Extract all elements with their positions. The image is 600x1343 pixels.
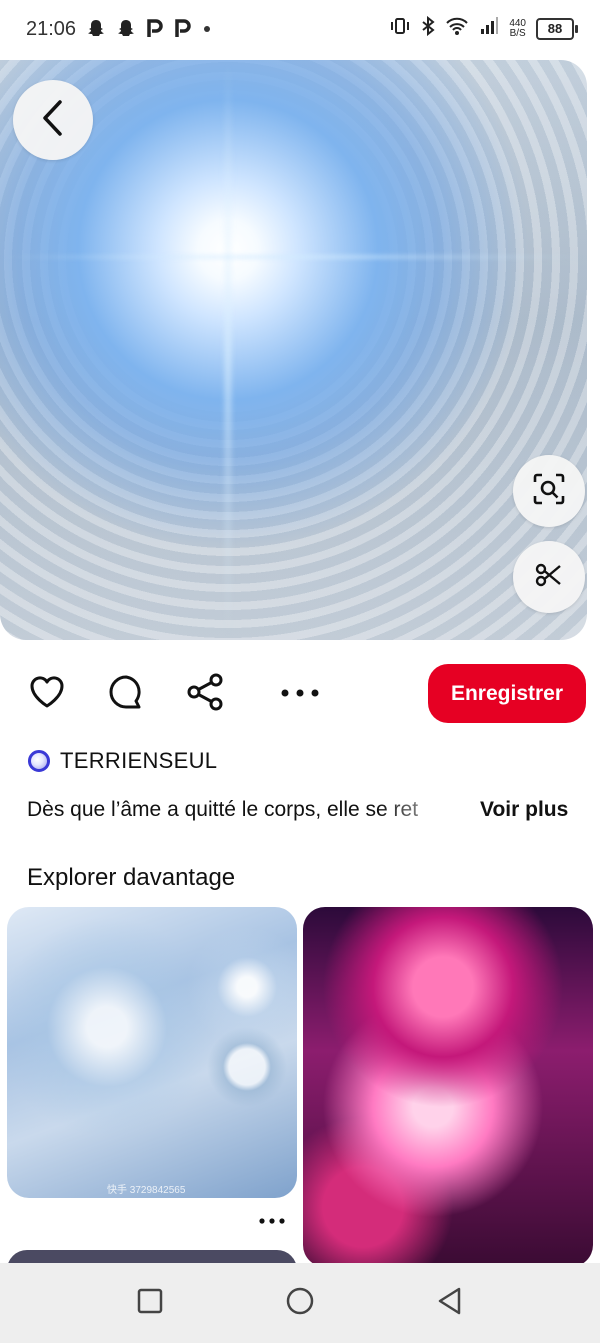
dot-icon (202, 18, 212, 44)
pin-author[interactable]: TERRIENSEUL (28, 748, 217, 774)
more-dots-icon (258, 1208, 286, 1230)
snapchat-icon (116, 18, 136, 44)
pin-image[interactable] (0, 60, 587, 640)
author-name[interactable]: TERRIENSEUL (60, 748, 217, 774)
like-button[interactable] (27, 674, 67, 714)
light-beam-vertical (225, 60, 231, 640)
save-button[interactable]: Enregistrer (428, 664, 586, 723)
tile-watermark: 快手 3729842565 (107, 1185, 186, 1196)
home-button[interactable] (284, 1287, 316, 1319)
tile-more-button[interactable] (258, 1208, 286, 1231)
more-dots-icon (280, 685, 320, 703)
description-text: Dès que l’âme a quitté le corps, elle se… (27, 798, 419, 821)
p-icon (146, 18, 164, 44)
share-icon (186, 672, 226, 717)
avatar[interactable] (28, 750, 50, 772)
related-pin-tile[interactable] (303, 907, 593, 1267)
system-icons: 440 B/S 88 (389, 15, 578, 41)
wifi-icon (445, 16, 469, 41)
chevron-left-icon (38, 98, 68, 143)
related-pin-tile[interactable]: 快手 3729842565 (7, 907, 297, 1198)
share-button[interactable] (186, 672, 226, 717)
status-time: 21:06 (26, 18, 77, 40)
notification-icons (86, 18, 212, 44)
recents-button[interactable] (134, 1287, 166, 1319)
visual-search-button[interactable] (513, 455, 585, 527)
system-nav-bar (0, 1263, 600, 1343)
network-speed: 440 B/S (509, 17, 526, 39)
signal-icon (479, 16, 499, 41)
see-more-link[interactable]: Voir plus (480, 798, 568, 822)
heart-icon (28, 674, 66, 715)
back-nav-button[interactable] (433, 1287, 465, 1319)
light-beam-horizontal (0, 255, 587, 259)
pin-description: Dès que l’âme a quitté le corps, elle se… (27, 796, 587, 828)
bluetooth-icon (421, 15, 435, 41)
snapchat-icon (86, 18, 106, 44)
vibrate-icon (389, 16, 411, 41)
lens-search-icon (532, 472, 566, 511)
circle-icon (285, 1286, 315, 1321)
more-options-button[interactable] (280, 674, 320, 714)
comment-button[interactable] (106, 674, 146, 714)
p-icon (174, 18, 192, 44)
network-speed-unit: B/S (509, 27, 526, 39)
triangle-back-icon (435, 1286, 463, 1321)
cutout-button[interactable] (513, 541, 585, 613)
pin-action-row: Enregistrer (0, 660, 600, 728)
back-button[interactable] (13, 80, 93, 160)
comment-bubble-icon (107, 673, 145, 716)
status-bar: 21:06 440 B/S 88 (0, 0, 600, 60)
explore-heading: Explorer davantage (27, 864, 236, 891)
battery-indicator: 88 (536, 17, 578, 40)
scissors-icon (534, 560, 564, 595)
network-speed-value: 440 (509, 17, 526, 29)
square-icon (136, 1287, 164, 1320)
